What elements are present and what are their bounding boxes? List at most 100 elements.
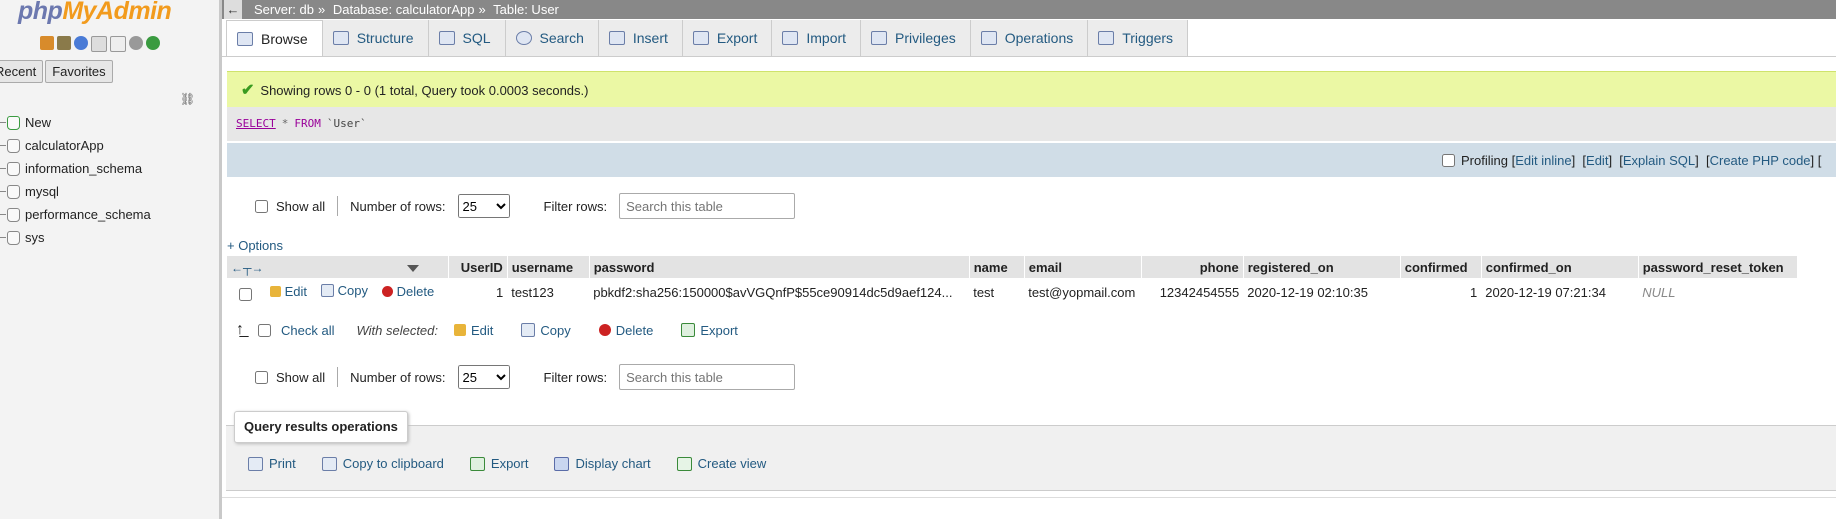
create-php-code-link[interactable]: Create PHP code xyxy=(1710,153,1811,168)
sort-menu-icon[interactable] xyxy=(407,264,420,272)
cell-name[interactable]: test xyxy=(969,278,1024,306)
import-icon xyxy=(782,31,799,45)
edit-link[interactable]: Edit xyxy=(1586,153,1608,168)
row-edit-button[interactable]: Edit xyxy=(269,284,307,299)
cell-phone[interactable]: 12342454555 xyxy=(1141,278,1243,306)
tab-search[interactable]: Search xyxy=(505,20,599,56)
home-icon[interactable] xyxy=(40,36,54,50)
structure-icon xyxy=(332,31,349,45)
print-icon xyxy=(248,456,263,471)
profiling-checkbox[interactable] xyxy=(1442,153,1455,167)
breadcrumb-table[interactable]: Table: User xyxy=(493,2,559,17)
nav-resize-handle[interactable] xyxy=(219,0,222,519)
collapse-nav-arrow-icon[interactable]: ← xyxy=(224,0,242,19)
db-item-new[interactable]: New xyxy=(0,111,151,134)
tree-line xyxy=(0,144,6,147)
column-header-username[interactable]: username xyxy=(507,256,590,278)
tab-insert[interactable]: Insert xyxy=(598,20,683,56)
tab-export[interactable]: Export xyxy=(682,20,773,56)
column-header-userid[interactable]: UserID xyxy=(448,256,508,278)
reload-icon[interactable] xyxy=(146,36,160,50)
cell-userid[interactable]: 1 xyxy=(448,278,507,306)
show-all-checkbox[interactable] xyxy=(255,199,268,213)
breadcrumb-server[interactable]: Server: db xyxy=(254,2,314,17)
cell-confirmed-on[interactable]: 2020-12-19 07:21:34 xyxy=(1481,278,1638,306)
nav-tab-recent[interactable]: Recent xyxy=(0,60,44,83)
column-header-name[interactable]: name xyxy=(969,256,1025,278)
search-icon xyxy=(515,31,532,45)
divider xyxy=(337,367,339,387)
tab-label: Structure xyxy=(356,30,414,46)
db-item-sys[interactable]: sys xyxy=(0,226,151,249)
database-icon xyxy=(7,161,20,176)
db-item-information-schema[interactable]: information_schema xyxy=(0,157,151,180)
nav-tab-favorites[interactable]: Favorites xyxy=(45,60,113,83)
pencil-icon xyxy=(454,324,466,336)
tab-privileges[interactable]: Privileges xyxy=(861,20,971,56)
cell-username[interactable]: test123 xyxy=(507,278,589,306)
column-header-password-reset-token[interactable]: password_reset_token xyxy=(1638,256,1798,278)
tab-structure[interactable]: Structure xyxy=(322,20,429,56)
copy-to-clipboard-label: Copy to clipboard xyxy=(342,456,444,471)
page-icon[interactable] xyxy=(110,36,126,52)
tab-label: Import xyxy=(806,30,847,46)
link-with-main-icon[interactable]: ⛓ xyxy=(180,92,195,106)
breadcrumb-database[interactable]: Database: calculatorApp xyxy=(333,2,475,17)
column-header-confirmed[interactable]: confirmed xyxy=(1400,256,1482,278)
bulk-edit-label: Edit xyxy=(471,322,494,338)
tree-line xyxy=(0,190,6,193)
copy-to-clipboard-button[interactable]: Copy to clipboard xyxy=(321,456,444,471)
cell-confirmed[interactable]: 1 xyxy=(1400,278,1481,306)
check-all-label[interactable]: Check all xyxy=(281,323,334,338)
sql-select-keyword[interactable]: SELECT xyxy=(236,117,276,130)
database-icon xyxy=(7,230,20,245)
column-header-phone[interactable]: phone xyxy=(1141,256,1244,278)
display-chart-button[interactable]: Display chart xyxy=(554,456,651,471)
cell-registered-on[interactable]: 2020-12-19 02:10:35 xyxy=(1243,278,1400,306)
tab-operations[interactable]: Operations xyxy=(970,20,1089,56)
show-all-checkbox[interactable] xyxy=(255,370,268,384)
tab-browse[interactable]: Browse xyxy=(226,20,323,57)
export-button[interactable]: Export xyxy=(469,456,528,471)
column-arrows-icon[interactable]: ←┬→ xyxy=(231,261,264,275)
export-icon xyxy=(469,456,485,471)
filter-rows-input[interactable] xyxy=(619,364,796,390)
create-view-button[interactable]: Create view xyxy=(676,456,766,471)
row-copy-button[interactable]: Copy xyxy=(320,283,368,298)
cell-password[interactable]: pbkdf2:sha256:150000$avVGQnfP$55ce90914d… xyxy=(589,278,969,306)
row-delete-button[interactable]: Delete xyxy=(381,284,434,299)
cell-password-reset-token[interactable]: NULL xyxy=(1638,278,1797,306)
column-header-password[interactable]: password xyxy=(589,256,970,278)
options-toggle[interactable]: + Options xyxy=(227,238,283,253)
column-header-registered-on[interactable]: registered_on xyxy=(1243,256,1401,278)
column-controls-header: ←┬→ xyxy=(227,256,449,278)
bulk-copy-button[interactable]: Copy xyxy=(521,323,571,338)
db-item-performance-schema[interactable]: performance_schema xyxy=(0,203,151,226)
navigation-controls-top: Show all Number of rows: 25 Filter rows: xyxy=(255,191,796,221)
column-header-email[interactable]: email xyxy=(1024,256,1142,278)
settings-icon[interactable] xyxy=(129,36,143,50)
sql-query-box[interactable]: SELECT * FROM `User` xyxy=(227,107,1836,141)
row-checkbox[interactable] xyxy=(239,287,252,301)
rows-select[interactable]: 25 xyxy=(457,365,510,389)
cell-email[interactable]: test@yopmail.com xyxy=(1024,278,1141,306)
column-header-confirmed-on[interactable]: confirmed_on xyxy=(1481,256,1639,278)
db-item-mysql[interactable]: mysql xyxy=(0,180,151,203)
tab-sql[interactable]: SQL xyxy=(428,20,506,56)
bulk-export-button[interactable]: Export xyxy=(681,323,738,338)
docs-icon[interactable] xyxy=(91,36,107,52)
check-all-checkbox[interactable] xyxy=(258,323,271,337)
rows-select[interactable]: 25 xyxy=(457,194,510,218)
print-button[interactable]: Print xyxy=(248,456,296,471)
tab-triggers[interactable]: Triggers xyxy=(1088,20,1189,56)
help-icon[interactable] xyxy=(74,36,88,50)
explain-sql-link[interactable]: Explain SQL xyxy=(1623,153,1695,168)
db-item-calculatorapp[interactable]: calculatorApp xyxy=(0,134,151,157)
edit-inline-link[interactable]: Edit inline xyxy=(1515,153,1571,168)
phpmyadmin-logo[interactable]: phpMyAdmin xyxy=(18,0,172,26)
tab-import[interactable]: Import xyxy=(772,20,862,56)
filter-rows-input[interactable] xyxy=(619,193,796,219)
bulk-edit-button[interactable]: Edit xyxy=(454,323,493,338)
bulk-delete-button[interactable]: Delete xyxy=(598,323,653,338)
database-icon[interactable] xyxy=(57,36,71,50)
